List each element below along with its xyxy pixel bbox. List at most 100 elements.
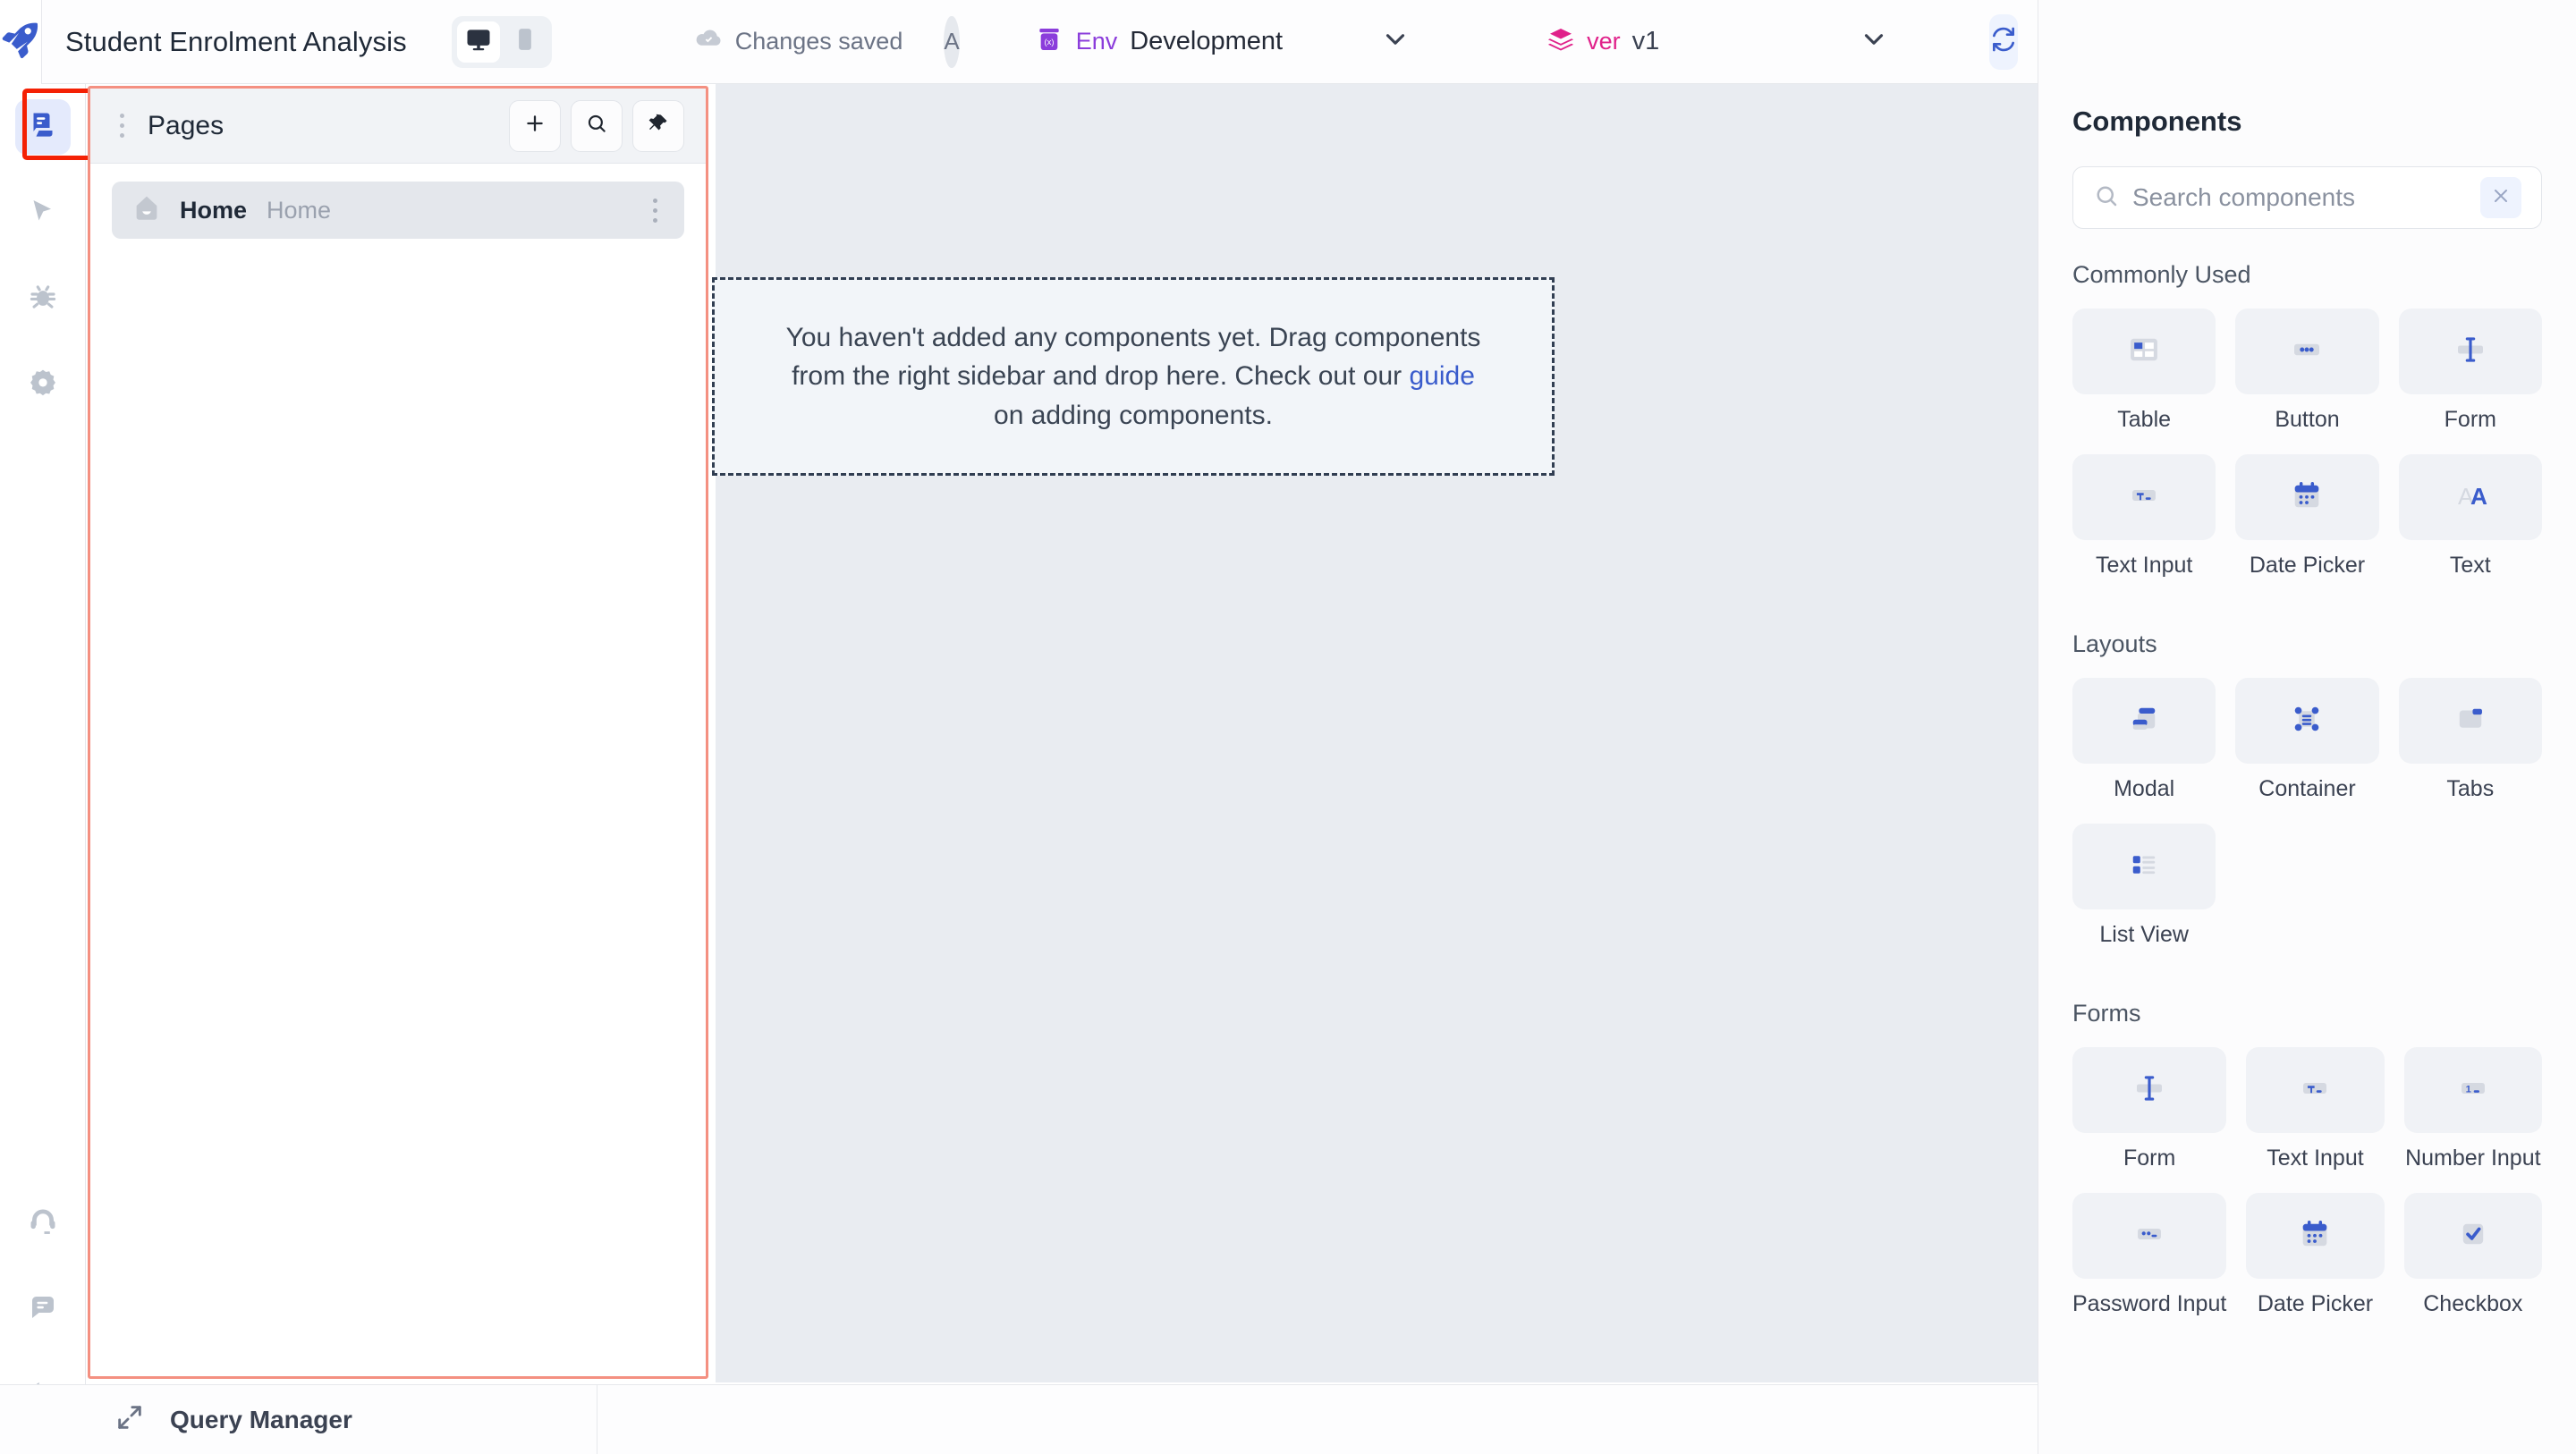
- tile-icon-box: [2072, 1193, 2227, 1279]
- component-tile-checkbox[interactable]: Checkbox: [2403, 1193, 2542, 1317]
- component-grid-forms: Form Text Input 1 Number Input Password …: [2072, 1047, 2542, 1317]
- desktop-view-button[interactable]: [456, 21, 500, 63]
- pin-icon: [647, 112, 670, 139]
- component-tile-button[interactable]: Button: [2235, 309, 2379, 433]
- calendar-icon: [2296, 1215, 2334, 1257]
- tile-label: Modal: [2114, 776, 2175, 801]
- component-tile-text[interactable]: A A Text: [2398, 454, 2542, 579]
- component-tile-date-picker-2[interactable]: Date Picker: [2246, 1193, 2385, 1317]
- tile-label: Tabs: [2446, 776, 2495, 801]
- table-icon: [2125, 331, 2163, 373]
- checkbox-icon: [2454, 1215, 2492, 1257]
- tile-icon-box: [2398, 678, 2542, 764]
- drag-dots-icon[interactable]: [112, 114, 131, 138]
- component-tile-password-input[interactable]: Password Input: [2072, 1193, 2227, 1317]
- chevron-down-icon[interactable]: [1380, 24, 1411, 59]
- tile-label: Table: [2117, 407, 2172, 432]
- empty-drop-zone[interactable]: You haven't added any components yet. Dr…: [712, 277, 1555, 476]
- cursor-icon: [27, 195, 59, 232]
- expand-diagonal-icon: [114, 1402, 145, 1437]
- tile-label: Text Input: [2267, 1145, 2364, 1171]
- tile-icon-box: [2072, 454, 2216, 540]
- sidebar-item-comments[interactable]: [15, 1281, 71, 1337]
- tile-label: Date Picker: [2257, 1291, 2374, 1316]
- query-manager-button[interactable]: Query Manager: [0, 1384, 597, 1454]
- view-mode-toggle[interactable]: [451, 15, 552, 68]
- search-input[interactable]: Search components: [2132, 183, 2355, 212]
- avatar-initial: A: [944, 28, 960, 55]
- comment-icon: [27, 1291, 59, 1328]
- svg-text:(x): (x): [1044, 38, 1054, 46]
- sidebar-item-settings[interactable]: [15, 357, 71, 412]
- component-search-field[interactable]: Search components: [2072, 166, 2542, 229]
- components-panel: Components Search components Commonly Us…: [2038, 0, 2576, 1454]
- bug-icon: [27, 281, 59, 317]
- pages-panel-header: Pages: [90, 89, 706, 164]
- tile-icon-box: [2246, 1193, 2385, 1279]
- pages-title: Pages: [148, 110, 225, 140]
- component-grid-layouts: Modal Container Tabs List View: [2072, 678, 2542, 948]
- search-pages-button[interactable]: [571, 99, 623, 152]
- tile-label: Text Input: [2095, 553, 2193, 578]
- component-tile-form[interactable]: Form: [2398, 309, 2542, 433]
- canvas-page[interactable]: You haven't added any components yet. Dr…: [712, 84, 2038, 1382]
- gear-icon: [27, 367, 59, 403]
- number-input-icon: 1: [2454, 1069, 2492, 1112]
- text-icon: A A: [2452, 477, 2489, 519]
- tile-label: Form: [2444, 407, 2496, 432]
- page-slug: Home: [267, 196, 332, 224]
- components-title: Components: [2072, 106, 2242, 137]
- plus-icon: [523, 112, 547, 139]
- pages-icon: [27, 109, 59, 146]
- guide-link[interactable]: guide: [1409, 361, 1474, 391]
- mobile-icon: [512, 26, 538, 57]
- clear-search-button[interactable]: [2480, 177, 2521, 218]
- tile-label: Checkbox: [2423, 1291, 2523, 1316]
- tile-label: List View: [2099, 922, 2189, 947]
- sidebar-item-inspector[interactable]: [15, 185, 71, 241]
- form-icon: [2452, 331, 2489, 373]
- component-tile-date-picker[interactable]: Date Picker: [2235, 454, 2379, 579]
- component-tile-number-input[interactable]: 1 Number Input: [2403, 1047, 2542, 1171]
- component-tile-form-2[interactable]: Form: [2072, 1047, 2227, 1171]
- tile-icon-box: [2403, 1193, 2542, 1279]
- component-tile-tabs[interactable]: Tabs: [2398, 678, 2542, 802]
- empty-state-text-start: You haven't added any components yet. Dr…: [785, 322, 1481, 392]
- environment-label: Env: [1075, 28, 1118, 55]
- search-icon: [2093, 182, 2120, 214]
- rocket-icon: [0, 19, 41, 64]
- component-tile-container[interactable]: Container: [2235, 678, 2379, 802]
- left-icon-rail: [0, 84, 94, 1454]
- component-tile-table[interactable]: Table: [2072, 309, 2216, 433]
- tile-icon-box: 1: [2403, 1047, 2542, 1133]
- tile-icon-box: [2235, 454, 2379, 540]
- component-tile-modal[interactable]: Modal: [2072, 678, 2216, 802]
- section-label-layouts: Layouts: [2072, 630, 2157, 657]
- page-title: Student Enrolment Analysis: [65, 25, 407, 57]
- avatar[interactable]: A: [944, 15, 960, 68]
- search-icon: [585, 112, 608, 139]
- version-selector[interactable]: ver v1: [1546, 24, 1889, 59]
- sidebar-item-debugger[interactable]: [15, 271, 71, 326]
- cloud-check-icon: [695, 24, 724, 59]
- tile-icon-box: [2246, 1047, 2385, 1133]
- app-canvas[interactable]: You haven't added any components yet. Dr…: [712, 84, 2038, 1382]
- save-status: Changes saved: [695, 24, 902, 59]
- component-tile-text-input-2[interactable]: Text Input: [2246, 1047, 2385, 1171]
- sidebar-item-support[interactable]: [15, 1196, 71, 1251]
- add-page-button[interactable]: [509, 99, 561, 152]
- tile-label: Number Input: [2405, 1145, 2541, 1171]
- refresh-button[interactable]: [1989, 13, 2019, 70]
- sidebar-item-pages[interactable]: [14, 99, 71, 155]
- component-tile-list-view[interactable]: List View: [2072, 824, 2216, 948]
- component-tile-text-input[interactable]: Text Input: [2072, 454, 2216, 579]
- list-item[interactable]: Home Home: [112, 182, 684, 239]
- version-label: ver: [1587, 28, 1621, 55]
- mobile-view-button[interactable]: [504, 21, 547, 63]
- app-logo[interactable]: [0, 0, 42, 84]
- tile-label: Text: [2449, 553, 2491, 578]
- kebab-menu-icon[interactable]: [645, 198, 665, 223]
- pin-pages-button[interactable]: [632, 99, 684, 152]
- environment-selector[interactable]: (x) Env Development: [1035, 24, 1411, 59]
- chevron-down-icon[interactable]: [1859, 24, 1889, 59]
